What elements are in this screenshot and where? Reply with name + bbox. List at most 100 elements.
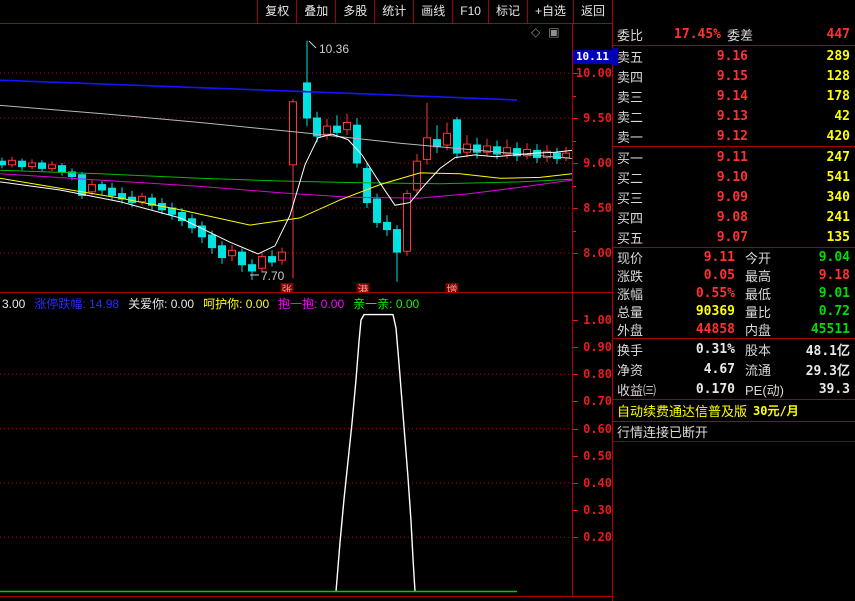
ladder-price: 9.13: [716, 108, 748, 124]
field-label: PE(动): [745, 382, 785, 398]
axis-tick: [573, 374, 578, 376]
current-price-tab: [612, 48, 618, 65]
weicha-label: 委差: [727, 28, 754, 43]
field-label: 量比: [745, 304, 772, 320]
buy-row[interactable]: 买五 9.07 135: [613, 227, 855, 247]
axis-minor-tick: [573, 230, 576, 232]
menu-item-+自选[interactable]: +自选: [526, 0, 573, 23]
ladder-label: 买二: [617, 170, 644, 186]
status-text: 行情连接已断开: [617, 425, 709, 440]
buy-row[interactable]: 买一 9.11 247: [613, 147, 855, 167]
info-row: 涨幅 0.55% 最低 9.01: [613, 284, 855, 302]
fund-row: 换手 0.31% 股本 48.1亿: [613, 339, 855, 359]
sell-row[interactable]: 卖二 9.13 42: [613, 106, 855, 126]
indicator-value: 抱一抱: 0.00: [278, 297, 345, 311]
ladder-volume: 128: [826, 68, 850, 84]
buy-row[interactable]: 买四 9.08 241: [613, 207, 855, 227]
menu-item-叠加[interactable]: 叠加: [296, 0, 335, 23]
field-value: 45511: [810, 321, 850, 337]
field-value: 9.01: [818, 285, 850, 301]
axis-label-main: 8.50: [583, 201, 612, 215]
ladder-volume: 420: [826, 128, 850, 144]
sell-row[interactable]: 卖四 9.15 128: [613, 66, 855, 86]
kline-chart[interactable]: 10.367.70张港增: [0, 24, 572, 293]
price-axis: 10.00 9.50 9.00 8.50 8.00 1.00 0.90 0.80 0.70 0.6…: [572, 24, 613, 597]
axis-label-main: 8.00: [583, 246, 612, 260]
quote-info-grid: 现价 9.11 今开 9.04 涨跌 0.05 最高 9.18 涨幅 0.55% 最低 9.01 总量 9…: [613, 248, 855, 338]
sell-row[interactable]: 卖五 9.16 289: [613, 46, 855, 66]
menu-item-多股[interactable]: 多股: [335, 0, 374, 23]
menu-item-统计[interactable]: 统计: [374, 0, 413, 23]
ladder-label: 卖二: [617, 109, 644, 125]
sell-ladder: 卖五 9.16 289 卖四 9.15 128 卖三 9.14 178 卖二 9.13 42 卖一 9.1…: [613, 46, 855, 146]
ladder-volume: 135: [826, 229, 850, 245]
field-label: 涨幅: [617, 286, 644, 302]
ladder-price: 9.16: [716, 48, 748, 64]
ladder-label: 卖五: [617, 49, 644, 65]
fund-row: 收益㈢ 0.170 PE(动) 39.3: [613, 379, 855, 399]
axis-tick: [573, 455, 578, 457]
subscription-banner[interactable]: 自动续费通达信普及版 30元/月: [613, 399, 855, 422]
ladder-label: 卖一: [617, 129, 644, 145]
field-label: 总量: [617, 304, 644, 320]
indicator-header: 3.00 涨停跌幅: 14.98 关爱你: 0.00 呵护你: 0.00 抱一抱: 0.…: [2, 295, 568, 311]
buy-ladder: 买一 9.11 247 买二 9.10 541 买三 9.09 340 买四 9.08 241 买五 9.…: [613, 147, 855, 247]
ladder-label: 卖三: [617, 89, 644, 105]
axis-minor-tick: [573, 95, 576, 97]
axis-label-main: 9.50: [583, 111, 612, 125]
field-label: 外盘: [617, 322, 644, 338]
field-value: 9.11: [703, 249, 735, 265]
axis-label-lower: 0.40: [583, 475, 612, 490]
menu-item-复权[interactable]: 复权: [257, 0, 296, 23]
axis-tick: [573, 118, 578, 119]
buy-row[interactable]: 买二 9.10 541: [613, 167, 855, 187]
field-label: 最低: [745, 286, 772, 302]
axis-label-lower: 0.70: [583, 394, 612, 409]
axis-tick: [573, 320, 578, 321]
buy-row[interactable]: 买三 9.09 340: [613, 187, 855, 207]
ladder-price: 9.08: [716, 209, 748, 225]
field-value: 44858: [695, 321, 735, 337]
ladder-label: 买三: [617, 190, 644, 206]
axis-tick: [573, 208, 578, 209]
sell-row[interactable]: 卖一 9.12 420: [613, 126, 855, 146]
menu-item-F10[interactable]: F10: [452, 0, 488, 23]
ladder-price: 9.15: [716, 68, 748, 84]
axis-tick: [573, 401, 578, 403]
bottom-border: [0, 596, 612, 597]
indicator-value: 呵护你: 0.00: [203, 297, 270, 311]
menu-item-画线[interactable]: 画线: [413, 0, 452, 23]
ladder-price: 9.10: [716, 169, 748, 185]
diamond-icon[interactable]: ◇: [531, 25, 540, 39]
field-value: 0.05: [703, 267, 735, 283]
axis-minor-tick: [573, 140, 576, 142]
window-icon[interactable]: ▣: [548, 25, 559, 39]
connection-status: 行情连接已断开: [613, 422, 855, 442]
ladder-label: 买一: [617, 150, 644, 166]
field-value: 0.55%: [695, 285, 735, 301]
field-label: 换手: [617, 342, 644, 358]
field-label: 今开: [745, 250, 772, 266]
indicator-chart[interactable]: [0, 293, 572, 597]
axis-tick: [573, 537, 578, 539]
ladder-label: 买四: [617, 210, 644, 226]
field-value: 0.170: [695, 381, 735, 397]
ladder-label: 买五: [617, 230, 644, 246]
weibi-row: 委比 17.45% 委差 447: [613, 24, 855, 46]
axis-label-lower: 0.90: [583, 340, 612, 355]
top-menu: 复权 叠加 多股 统计 画线 F10 标记 +自选 返回: [257, 0, 612, 23]
ad-text: 自动续费通达信普及版: [617, 404, 748, 419]
field-label: 最高: [745, 268, 772, 284]
sell-row[interactable]: 卖三 9.14 178: [613, 86, 855, 106]
menu-item-标记[interactable]: 标记: [487, 0, 527, 23]
info-row: 总量 90369 量比 0.72: [613, 302, 855, 320]
axis-label-lower: 0.20: [583, 530, 612, 545]
menu-item-返回[interactable]: 返回: [572, 0, 612, 23]
axis-tick: [573, 347, 578, 349]
info-row: 涨跌 0.05 最高 9.18: [613, 266, 855, 284]
info-row: 现价 9.11 今开 9.04: [613, 248, 855, 266]
ladder-volume: 340: [826, 189, 850, 205]
axis-minor-tick: [573, 185, 576, 187]
field-value: 48.1亿: [805, 343, 850, 359]
ladder-volume: 241: [826, 209, 850, 225]
